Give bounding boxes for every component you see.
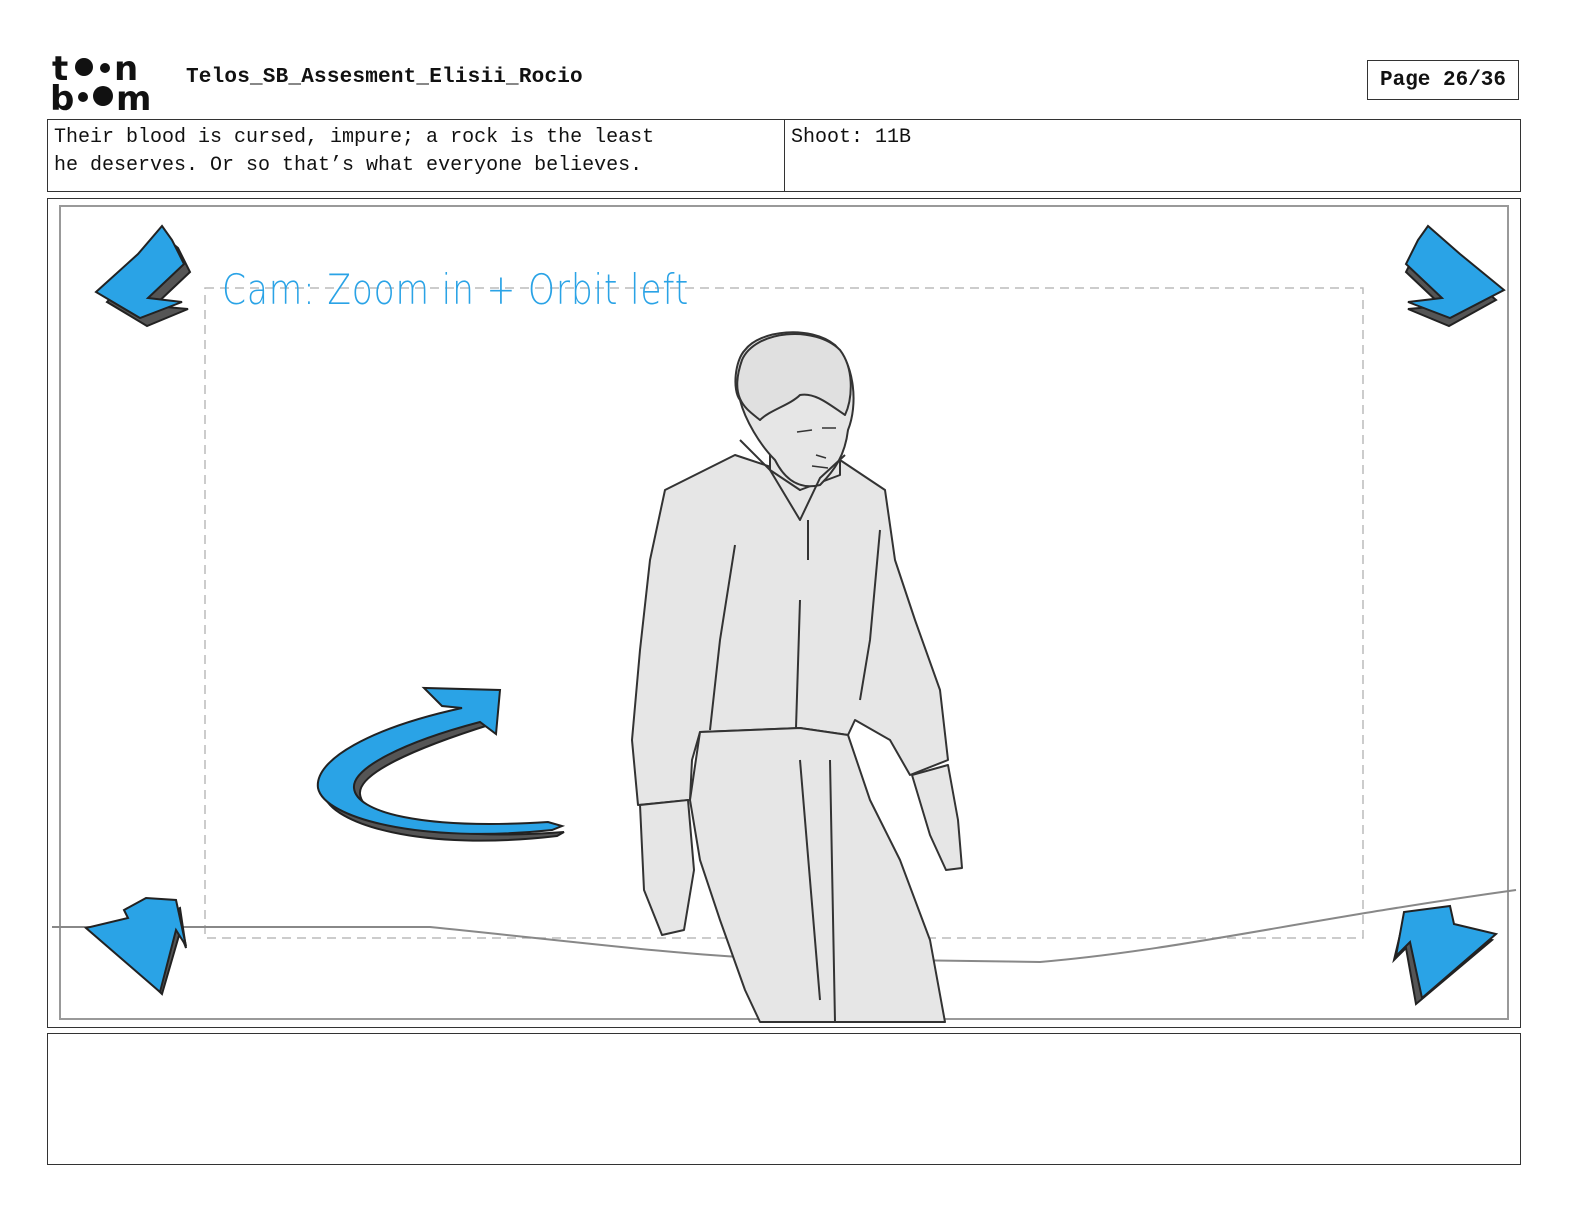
arrow-bottom-left-icon [83, 896, 187, 996]
camera-note: Cam: Zoom in + Orbit left [222, 265, 690, 314]
notes-box [47, 1033, 1521, 1165]
arrow-bottom-right-icon [1392, 904, 1499, 1006]
arrow-top-left-icon [94, 224, 192, 328]
arrow-top-right-icon [1404, 224, 1506, 328]
character-sketch [631, 331, 963, 1023]
orbit-arrow-icon [316, 686, 566, 842]
